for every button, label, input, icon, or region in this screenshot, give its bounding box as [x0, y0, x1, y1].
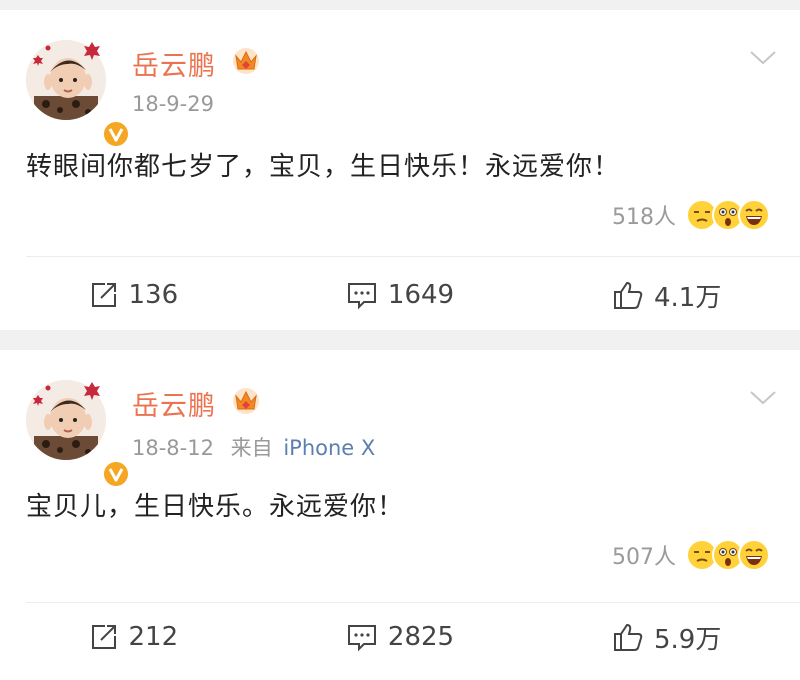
comment-button[interactable]: 1649 [267, 265, 534, 325]
reactions-summary[interactable]: 507人 [612, 538, 774, 572]
laughing-face-icon [738, 199, 770, 231]
like-button[interactable]: 5.9万 [533, 607, 800, 667]
repost-count: 136 [128, 280, 179, 310]
chevron-down-icon[interactable] [748, 388, 778, 408]
chevron-down-icon[interactable] [748, 48, 778, 68]
action-bar: 212 2825 5.9万 [0, 607, 800, 667]
author-name[interactable]: 岳云鹏 [132, 44, 216, 83]
reactions-summary[interactable]: 518人 [612, 198, 774, 232]
comment-count: 2825 [387, 622, 455, 652]
avatar[interactable] [26, 40, 130, 148]
post-meta: 18-8-12 来自 iPhone X [132, 432, 375, 462]
repost-icon [91, 625, 116, 649]
comment-icon [347, 283, 376, 310]
source-label: 来自 [230, 436, 273, 460]
divider [26, 602, 800, 603]
post-card[interactable]: 岳云鹏 18-9-29 转眼间你都七岁了，宝贝，生日快乐！永远爱你！ 518人 [0, 10, 800, 330]
author-name[interactable]: 岳云鹏 [132, 384, 216, 423]
like-count: 4.1万 [654, 282, 722, 313]
like-count: 5.9万 [654, 624, 722, 655]
reaction-count: 518人 [612, 205, 676, 230]
post-time: 18-9-29 [132, 92, 214, 116]
verified-badge-icon [102, 120, 130, 148]
repost-count: 212 [128, 622, 179, 652]
thumbs-up-icon [614, 623, 643, 651]
post-content: 宝贝儿，生日快乐。永远爱你！ [26, 492, 405, 522]
comment-button[interactable]: 2825 [267, 607, 534, 667]
source-device-link[interactable]: iPhone X [283, 436, 375, 460]
verified-badge-icon [102, 460, 130, 488]
repost-button[interactable]: 212 [0, 607, 267, 667]
divider [26, 256, 800, 257]
crown-vip-icon [233, 388, 259, 414]
action-bar: 136 1649 4.1万 [0, 265, 800, 325]
post-card[interactable]: 岳云鹏 18-8-12 来自 iPhone X 宝贝儿，生日快乐。永远爱你！ 5… [0, 350, 800, 680]
post-time: 18-8-12 [132, 436, 214, 460]
comment-icon [347, 625, 376, 652]
avatar[interactable] [26, 380, 130, 488]
repost-icon [91, 283, 116, 307]
post-meta: 18-9-29 [132, 92, 214, 116]
like-button[interactable]: 4.1万 [533, 265, 800, 325]
comment-count: 1649 [387, 280, 455, 310]
reaction-count: 507人 [612, 545, 676, 570]
thumbs-up-icon [614, 281, 643, 309]
crown-vip-icon [233, 48, 259, 74]
laughing-face-icon [738, 539, 770, 571]
repost-button[interactable]: 136 [0, 265, 267, 325]
post-content: 转眼间你都七岁了，宝贝，生日快乐！永远爱你！ [26, 152, 621, 182]
